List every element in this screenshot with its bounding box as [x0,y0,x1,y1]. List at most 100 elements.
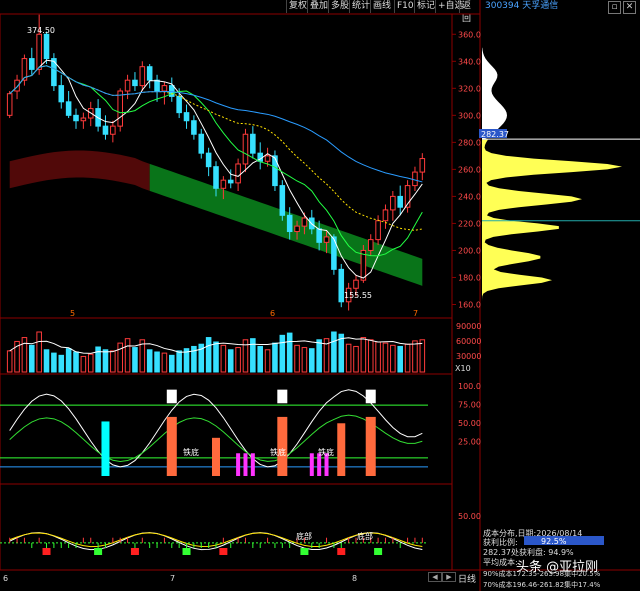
volume-bar [412,340,418,373]
candle-body [124,79,131,92]
bottom-label-0: 底部 [296,531,312,541]
price-tick-label: 160.0 [458,300,481,309]
panel-frame [451,13,481,571]
candle-body [301,217,308,227]
candle-body [412,171,418,187]
price-tick-label: 220.0 [458,219,481,228]
candle-body [36,33,42,70]
volume-bar [419,339,426,373]
candle-body [242,133,249,165]
candle-body [250,133,256,154]
top-cap-bar [365,389,376,404]
price-tick-label: 320.0 [458,84,481,93]
bottom-signal-box [130,548,139,555]
magenta-bar [236,453,241,476]
volume-bar [146,349,153,373]
candle-body [65,101,72,116]
candle-body [286,214,293,233]
candle-body [316,228,322,243]
price-tick-label: 260.0 [458,165,481,174]
panel-frame [0,373,453,485]
price-tick-label: 200.0 [458,246,481,255]
indicator-tick-label: 50.00 [458,419,481,428]
bottom-signal-bar [277,416,288,476]
price-tick-label: 240.0 [458,192,481,201]
volume-bar [161,352,168,373]
scroll-left-icon[interactable]: ◀ [428,572,442,582]
volume-bar [220,344,227,373]
candle-body [227,179,234,184]
top-cap-bar [166,389,177,404]
candle-body [272,155,278,187]
volume-bar [309,348,315,373]
candle-body [6,93,13,116]
bottom-signal-box [374,548,383,555]
candle-body [58,85,65,103]
bottom-label-1: 底部 [357,531,373,541]
bottom-signal-box [337,548,346,555]
volume-bar [51,352,57,373]
bottom-signal-box [182,548,191,555]
volume-bar [205,337,212,373]
volume-bar [404,343,411,373]
candle-body [235,163,241,184]
period-marker-2: 7 [413,309,418,318]
candle-body [390,195,396,211]
candle-body [139,66,146,87]
volume-bar [169,354,175,373]
volume-bar [102,349,109,373]
candle-body [419,158,426,173]
loss-chips [482,47,508,140]
scroll-right-icon[interactable]: ▶ [442,572,456,582]
volume-bar [80,355,87,373]
volume-bar [250,338,256,373]
volume-bar [316,339,322,373]
volume-bar [124,338,131,373]
volume-bar [353,345,359,373]
volume-bar [360,337,367,373]
candle-body [132,79,138,87]
top-cap-bar [277,389,288,404]
bottom-signal-bar [365,416,376,476]
bottom-signal-box [94,548,103,555]
volume-tick-label: 90000 [456,322,481,331]
candle-body [213,166,219,189]
price-tick-label: 180.0 [458,273,481,282]
candle-body [191,120,197,135]
bottom-tick-label: 50.00 [458,512,481,521]
candle-body [29,58,35,70]
x-label-0: 6 [3,574,8,583]
candle-body [80,117,87,122]
x-label-2: 8 [352,574,357,583]
candle-body [176,95,182,114]
candle-body [264,155,271,162]
candle-body [397,195,403,208]
volume-bar [367,339,374,373]
volume-bar [390,344,396,373]
x-label-1: 7 [170,574,175,583]
candle-body [198,133,205,154]
avg-cost-label: 平均成本: [483,558,518,567]
price-tick-label: 280.0 [458,138,481,147]
volume-bar [154,351,160,373]
candle-body [279,185,286,216]
indicator-tick-label: 100.0 [458,382,481,391]
volume-bar [36,331,42,373]
red-cloud-band [9,150,150,191]
candle-body [73,114,79,122]
volume-bar [272,342,278,373]
volume-bar [279,334,286,373]
price-tick-label: 300.0 [458,111,481,120]
day-line-button[interactable]: 日线 [458,572,476,585]
stock-chart: 360.0 340.0 320.0 300.0 280.0 260.0 240.0 220.0… [0,0,640,591]
candle-body [146,66,153,81]
candle-body [382,209,389,222]
period-marker-0: 5 [70,309,75,318]
volume-bar [286,332,293,373]
candle-body [294,225,300,233]
volume-bar [301,347,308,373]
candle-body [220,179,227,189]
volume-bar [87,353,94,373]
candle-body [43,33,50,60]
candle-body [353,279,359,289]
